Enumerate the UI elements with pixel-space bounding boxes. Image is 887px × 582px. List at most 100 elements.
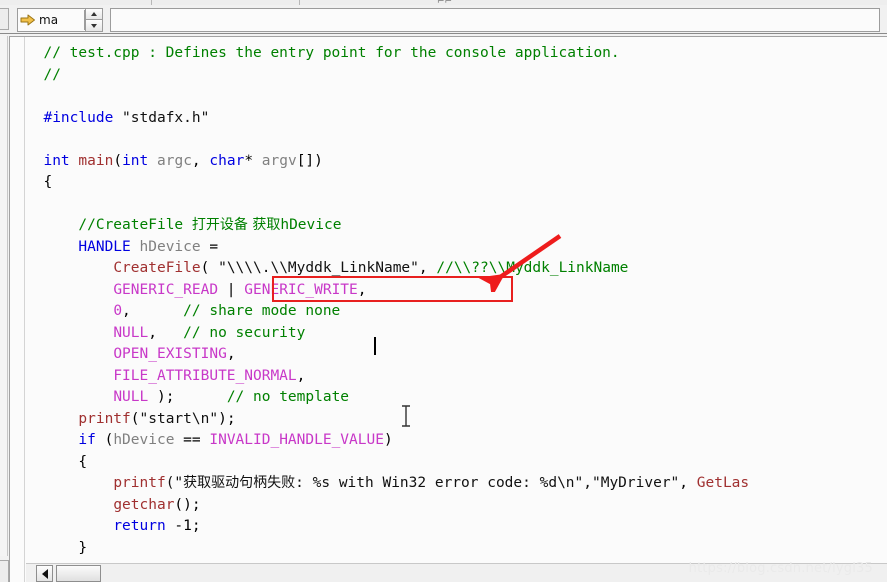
code-token: ,: [357, 281, 367, 298]
editor-indicator-margin[interactable]: [10, 37, 25, 582]
code-line: GENERIC_READ | GENERIC_WRITE,: [26, 280, 749, 302]
code-token: ();: [174, 496, 201, 513]
code-token: =1;: [122, 561, 148, 562]
code-token: OPEN_EXISTING: [113, 346, 227, 362]
code-token: ,: [148, 324, 184, 341]
code-line: // test.cpp : Defines the entry point fo…: [26, 43, 749, 65]
code-token: INVALID_HANDLE_VALUE: [209, 432, 384, 448]
code-token: "start\n": [139, 410, 219, 427]
code-token: 获取驱动句柄失败: [183, 475, 296, 491]
spinner-up-icon[interactable]: [85, 8, 103, 20]
code-token: }: [26, 539, 88, 556]
code-token: CreateFile: [113, 260, 201, 276]
code-line: return -1;: [26, 516, 749, 538]
code-token: hDevice: [139, 238, 201, 255]
code-line: 0, // share mode none: [26, 301, 749, 323]
code-token: HANDLE: [78, 238, 131, 255]
code-token: // no security: [183, 324, 306, 341]
code-line: getchar();: [26, 495, 749, 517]
chevron-left-icon[interactable]: [36, 565, 53, 582]
code-token: NULL: [113, 324, 149, 341]
code-token: NULL: [113, 389, 149, 405]
code-token: ==: [174, 432, 210, 448]
code-token: main: [78, 152, 114, 169]
code-token: (: [130, 410, 140, 427]
code-line: NULL ); // no template: [26, 387, 749, 409]
code-token: =: [200, 238, 219, 255]
visual-studio-editor-window: ⌐⌐ ma // test.cpp : Defines the entry po…: [0, 0, 887, 582]
code-token: int: [122, 152, 149, 169]
code-token: ): [383, 432, 393, 448]
code-token: argv: [261, 152, 297, 169]
code-token: // test.cpp : Defines the entry point fo…: [43, 45, 620, 61]
code-line: int main(int argc, char* argv[]): [26, 151, 749, 173]
text-insertion-caret: [374, 337, 376, 355]
code-line: //CreateFile 打开设备 获取hDevice: [26, 215, 749, 237]
code-line: CreateFile( "\\\\.\\Myddk_LinkName", //\…: [26, 258, 749, 280]
code-token: hDevice: [280, 217, 342, 233]
code-token: // no template: [226, 389, 350, 405]
code-editor-pane: // test.cpp : Defines the entry point fo…: [9, 36, 887, 582]
code-token: {: [26, 174, 53, 190]
code-token: int: [43, 152, 70, 169]
code-token: (: [95, 432, 114, 448]
code-token: if: [78, 432, 96, 448]
scope-combo-value: ma: [39, 13, 59, 27]
code-token: return: [113, 518, 166, 534]
code-token: ,: [226, 346, 236, 362]
code-token: //CreateFile: [78, 217, 192, 233]
code-token: "stdafx.h": [122, 109, 210, 126]
code-token: a: [113, 561, 122, 562]
code-token: 0: [113, 303, 123, 319]
code-token: char: [209, 152, 245, 169]
code-token: );: [148, 389, 227, 405]
spinner-down-icon[interactable]: [85, 20, 103, 32]
navbar-left-edge-chip: [0, 8, 9, 30]
scrollbar-thumb[interactable]: [56, 565, 101, 582]
horizontal-scrollbar[interactable]: [26, 563, 887, 582]
code-token: 打开设备 获取: [191, 217, 281, 233]
code-token: );: [218, 410, 236, 427]
code-token: ,: [122, 303, 184, 319]
code-line: FILE_ATTRIBUTE_NORMAL,: [26, 366, 749, 388]
code-token: {: [26, 453, 88, 470]
code-token: //: [43, 66, 61, 83]
code-token: GetLas: [696, 475, 750, 491]
code-token: hDevice: [113, 432, 175, 448]
code-token: (: [200, 260, 219, 276]
code-line: int a=1;: [26, 559, 749, 562]
code-token: printf: [113, 475, 166, 491]
source-code: // test.cpp : Defines the entry point fo…: [26, 43, 749, 562]
code-line: printf("start\n");: [26, 409, 749, 431]
code-text-area[interactable]: // test.cpp : Defines the entry point fo…: [26, 37, 887, 562]
code-token: argc: [157, 152, 192, 169]
code-line: OPEN_EXISTING,: [26, 344, 749, 366]
bottom-left-corner-chip: [0, 560, 9, 582]
member-combo-box[interactable]: [110, 8, 880, 32]
code-token: []): [296, 152, 323, 169]
navbar-spinner[interactable]: [85, 8, 103, 32]
code-line: {: [26, 452, 749, 474]
code-token: ,: [679, 475, 697, 491]
code-token: *: [244, 152, 262, 169]
code-line: #include "stdafx.h": [26, 108, 749, 130]
code-token: printf: [78, 410, 131, 427]
code-token: ,: [191, 152, 210, 169]
code-token: : %s with Win32 error code: %d\n","MyDri…: [295, 475, 680, 491]
